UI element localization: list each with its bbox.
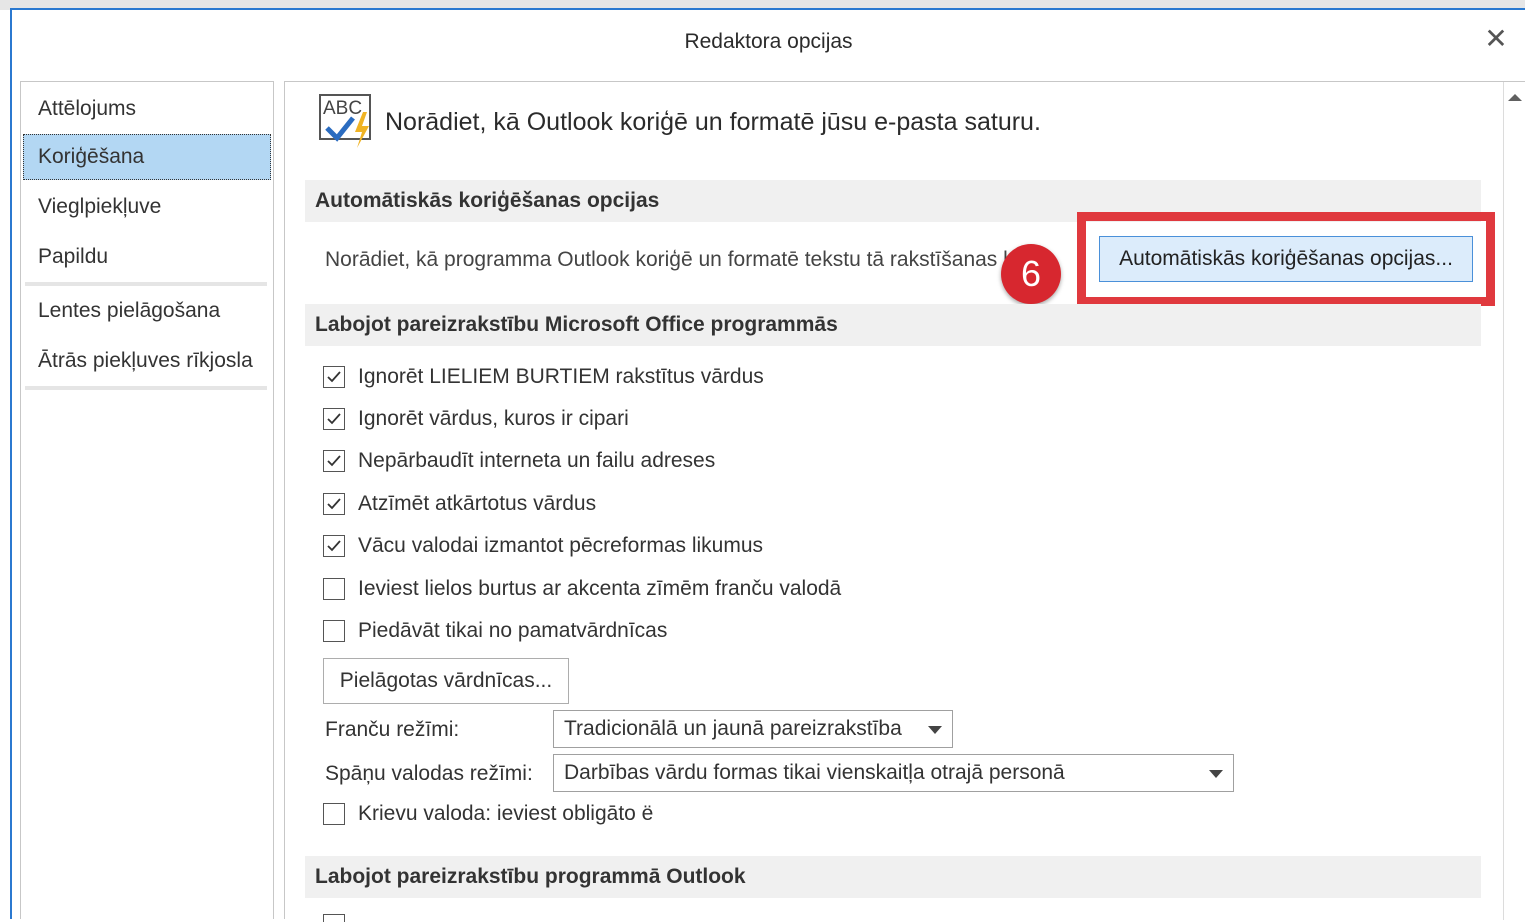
checkbox[interactable] xyxy=(323,408,345,430)
sidebar-item-customize-ribbon[interactable]: Lentes pielāgošana xyxy=(23,288,271,334)
spelling-check-icon: ABC xyxy=(319,94,371,148)
scroll-up-icon[interactable] xyxy=(1504,82,1525,112)
vertical-scrollbar[interactable] xyxy=(1503,82,1525,920)
sidebar-item-advanced[interactable]: Papildu xyxy=(23,234,271,280)
chevron-down-icon xyxy=(928,726,942,734)
close-icon[interactable]: ✕ xyxy=(1481,24,1511,54)
checkbox[interactable] xyxy=(323,914,345,922)
sidebar-item-display[interactable]: Attēlojums xyxy=(23,86,271,132)
dialog-title: Redaktora opcijas xyxy=(684,30,853,53)
checkbox[interactable] xyxy=(323,578,345,600)
select-value: Tradicionālā un jaunā pareizrakstība xyxy=(564,717,902,740)
checkbox-label: Ieviest lielos burtus ar akcenta zīmēm f… xyxy=(358,577,842,600)
sidebar: Attēlojums Koriģēšana Vieglpiekļuve Papi… xyxy=(20,81,274,919)
spanish-modes-select[interactable]: Darbības vārdu formas tikai vienskaitļa … xyxy=(553,754,1234,792)
checkmark-icon xyxy=(327,455,341,467)
checkmark-icon xyxy=(327,413,341,425)
sidebar-divider xyxy=(25,386,267,390)
svg-text:ABC: ABC xyxy=(323,98,362,119)
custom-dictionaries-button[interactable]: Pielāgotas vārdnīcas... xyxy=(323,658,569,704)
checkbox-label: Ignorēt LIELIEM BURTIEM rakstītus vārdus xyxy=(358,365,764,388)
step-badge: 6 xyxy=(1001,244,1061,304)
autocorrect-options-button[interactable]: Automātiskās koriģēšanas opcijas... xyxy=(1099,236,1473,282)
checkbox[interactable] xyxy=(323,450,345,472)
section-outlook-spelling-header: Labojot pareizrakstību programmā Outlook xyxy=(305,856,1481,898)
checkbox[interactable] xyxy=(323,493,345,515)
section-office-spelling-header: Labojot pareizrakstību Microsoft Office … xyxy=(305,304,1481,346)
checkbox[interactable] xyxy=(323,803,345,825)
checkbox[interactable] xyxy=(323,620,345,642)
checkbox-label: Piedāvāt tikai no pamatvārdnīcas xyxy=(358,619,668,642)
checkbox[interactable] xyxy=(323,366,345,388)
checkbox[interactable] xyxy=(323,535,345,557)
checkmark-icon xyxy=(327,540,341,552)
proofing-panel: ABC Norādiet, kā Outlook koriģē un forma… xyxy=(284,81,1525,922)
checkmark-icon xyxy=(327,371,341,383)
sidebar-item-quick-access-toolbar[interactable]: Ātrās piekļuves rīkjosla xyxy=(23,338,271,384)
french-modes-label: Franču režīmi: xyxy=(325,718,460,741)
checkbox-label: Vācu valodai izmantot pēcreformas likumu… xyxy=(358,534,764,557)
checkbox-label: Ignorēt vārdus, kuros ir cipari xyxy=(358,407,629,430)
checkbox-label: Atzīmēt atkārtotus vārdus xyxy=(358,492,597,515)
french-modes-select[interactable]: Tradicionālā un jaunā pareizrakstība xyxy=(553,710,953,748)
sidebar-item-accessibility[interactable]: Vieglpiekļuve xyxy=(23,184,271,230)
page-headline: Norādiet, kā Outlook koriģē un formatē j… xyxy=(385,108,1041,136)
select-value: Darbības vārdu formas tikai vienskaitļa … xyxy=(564,761,1065,784)
sidebar-item-proofing[interactable]: Koriģēšana xyxy=(23,134,271,180)
sidebar-divider xyxy=(25,282,267,286)
autocorrect-description: Norādiet, kā programma Outlook koriģē un… xyxy=(325,248,1047,271)
spanish-modes-label: Spāņu valodas režīmi: xyxy=(325,762,533,785)
checkbox-label: Nepārbaudīt interneta un failu adreses xyxy=(358,449,716,472)
checkbox-label: Krievu valoda: ieviest obligāto ë xyxy=(358,802,654,825)
chevron-down-icon xyxy=(1209,770,1223,778)
checkmark-icon xyxy=(327,498,341,510)
